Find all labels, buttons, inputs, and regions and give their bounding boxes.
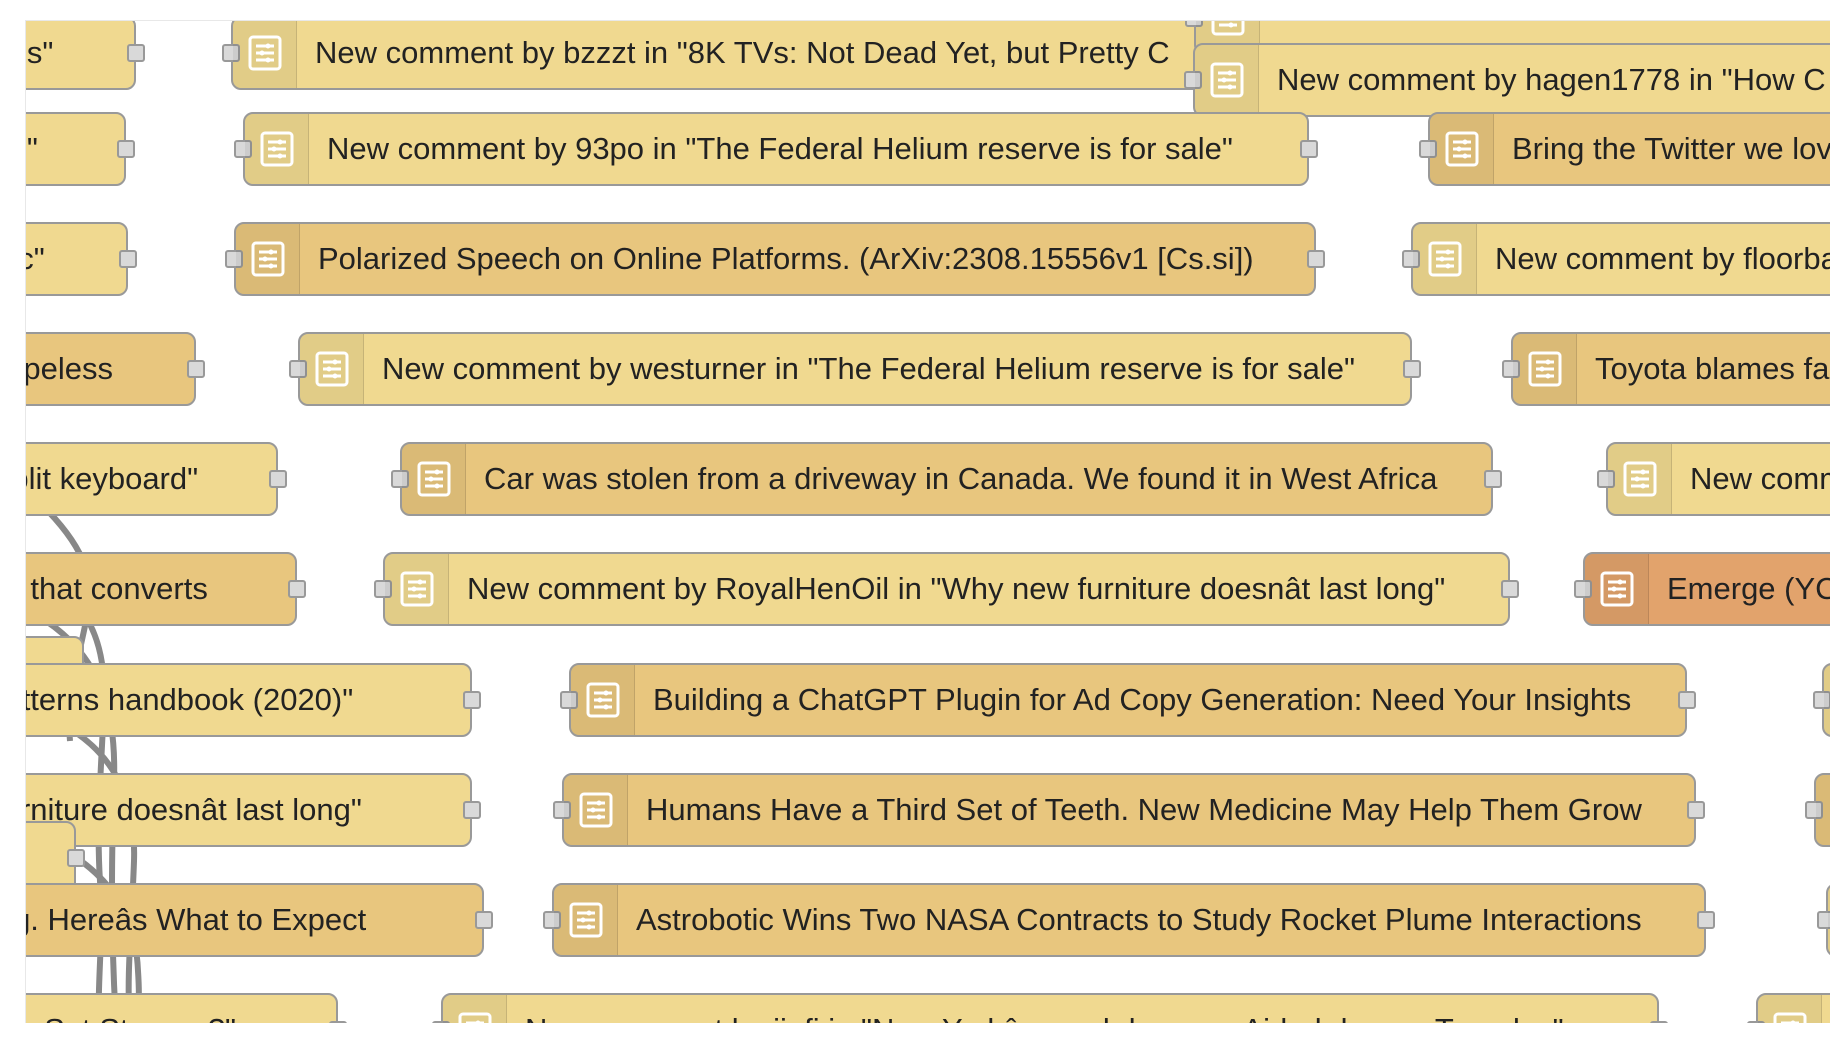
node-label: ction Set Storage?" — [26, 993, 336, 1023]
flow-node[interactable] — [1817, 883, 1830, 957]
feed-parse-icon — [1608, 444, 1672, 514]
flow-node[interactable]: Polarized Speech on Online Platforms. (A… — [225, 222, 1325, 296]
flow-node[interactable]: ction Set Storage?" — [26, 993, 347, 1023]
flow-node[interactable]: and that converts — [26, 552, 306, 626]
output-port[interactable] — [1501, 580, 1519, 598]
output-port[interactable] — [329, 1021, 347, 1023]
node-label: rting. Hereâs What to Expect — [26, 902, 367, 937]
feed-parse-icon — [385, 554, 449, 624]
output-port[interactable] — [463, 691, 481, 709]
output-port[interactable] — [1484, 470, 1502, 488]
flow-node[interactable] — [1813, 663, 1830, 737]
feed-parse-icon — [1585, 554, 1649, 624]
node-label: and that converts — [26, 571, 208, 606]
output-port[interactable] — [1307, 250, 1325, 268]
output-port[interactable] — [463, 801, 481, 819]
flow-node[interactable] — [1747, 993, 1830, 1023]
node-label: ublic" — [26, 241, 45, 276]
node-label: e split keyboard" — [26, 461, 199, 496]
output-port[interactable] — [1650, 1021, 1668, 1023]
flow-node[interactable]: e split keyboard" — [26, 442, 287, 516]
node-label: New comment by floorba — [1495, 241, 1830, 276]
feed-parse-icon — [1430, 114, 1494, 184]
flow-node[interactable] — [1805, 773, 1830, 847]
output-port[interactable] — [475, 911, 493, 929]
feed-parse-icon — [571, 665, 635, 735]
feed-parse-icon — [402, 444, 466, 514]
node-label: Emerge (YC — [1667, 571, 1830, 606]
feed-parse-icon — [236, 224, 300, 294]
node-label: ETLs" — [26, 35, 54, 70]
node-label: New comm — [1690, 461, 1830, 496]
output-port[interactable] — [1687, 801, 1705, 819]
feed-parse-icon — [233, 21, 297, 88]
output-port[interactable] — [269, 470, 287, 488]
flow-node[interactable]: New comment by bzzzt in "8K TVs: Not Dea… — [222, 21, 1231, 90]
flow-canvas[interactable]: ETLs" New comment by bzzzt in "8K TVs: N… — [25, 20, 1830, 1023]
node-label: New comment by bzzzt in "8K TVs: Not Dea… — [315, 35, 1170, 70]
node-label: New comment by RoyalHenOil in "Why new f… — [467, 571, 1446, 606]
node-label: New comment by hagen1778 in "How C — [1277, 62, 1826, 97]
flow-node[interactable]: Building a ChatGPT Plugin for Ad Copy Ge… — [560, 663, 1696, 737]
feed-parse-icon — [1828, 885, 1830, 955]
flow-node[interactable]: New comm — [1597, 442, 1830, 516]
flow-node[interactable]: Toyota blames fa — [1502, 332, 1830, 406]
feed-parse-icon — [1513, 334, 1577, 404]
node-label: New comment by jiofi in "New Yorkâs crac… — [507, 993, 1657, 1023]
output-port[interactable] — [127, 44, 145, 62]
flow-node[interactable]: rting. Hereâs What to Expect — [26, 883, 493, 957]
feed-parse-icon — [554, 885, 618, 955]
node-label: Humans Have a Third Set of Teeth. New Me… — [646, 792, 1642, 827]
flow-node[interactable]: New comment by RoyalHenOil in "Why new f… — [374, 552, 1519, 626]
flow-node[interactable]: ublic" — [26, 222, 137, 296]
flow-node[interactable]: Emerge (YC — [1574, 552, 1830, 626]
feed-parse-icon — [1758, 995, 1822, 1023]
flow-node[interactable]: Bring the Twitter we love — [1419, 112, 1830, 186]
feed-parse-icon — [300, 334, 364, 404]
node-label: New comment by 93po in "The Federal Heli… — [327, 131, 1233, 166]
flow-node[interactable]: New comment by westurner in "The Federal… — [289, 332, 1421, 406]
output-port[interactable] — [1300, 140, 1318, 158]
output-port[interactable] — [119, 250, 137, 268]
flow-node[interactable]: Astrobotic Wins Two NASA Contracts to St… — [543, 883, 1715, 957]
flow-node[interactable]: Humans Have a Third Set of Teeth. New Me… — [553, 773, 1705, 847]
node-label: Astrobotic Wins Two NASA Contracts to St… — [636, 902, 1642, 937]
node-label: Car was stolen from a driveway in Canada… — [484, 461, 1438, 496]
flow-node[interactable]: New comment by floorba — [1402, 222, 1830, 296]
output-port[interactable] — [67, 849, 85, 867]
flow-node[interactable]: New comment by 93po in "The Federal Heli… — [234, 112, 1318, 186]
feed-parse-icon — [443, 995, 507, 1023]
node-label: Toyota blames fa — [1595, 351, 1830, 386]
node-label: Building a ChatGPT Plugin for Ad Copy Ge… — [653, 682, 1632, 717]
node-label: y furniture doesnât last long" — [26, 792, 362, 827]
flow-node[interactable]: New comment by hagen1778 in "How C — [1184, 43, 1830, 117]
output-port[interactable] — [1678, 691, 1696, 709]
flow-node[interactable]: Car was stolen from a driveway in Canada… — [391, 442, 1502, 516]
feed-parse-icon — [564, 775, 628, 845]
feed-parse-icon — [1816, 775, 1830, 845]
node-label: d Pipeless — [25, 351, 114, 386]
flow-node[interactable]: sale" — [26, 112, 135, 186]
output-port[interactable] — [117, 140, 135, 158]
output-port[interactable] — [187, 360, 205, 378]
flow-node[interactable]: ETLs" — [26, 21, 145, 90]
node-label: Bring the Twitter we love — [1512, 131, 1830, 166]
feed-parse-icon — [1824, 665, 1830, 735]
feed-parse-icon — [1413, 224, 1477, 294]
node-label: New comment by westurner in "The Federal… — [382, 351, 1356, 386]
flow-node[interactable]: y furniture doesnât last long" — [26, 773, 481, 847]
output-port[interactable] — [1403, 360, 1421, 378]
node-label: i-patterns handbook (2020)" — [26, 682, 354, 717]
output-port[interactable] — [1697, 911, 1715, 929]
flow-node[interactable]: i-patterns handbook (2020)" — [26, 663, 481, 737]
node-label: Polarized Speech on Online Platforms. (A… — [318, 241, 1254, 276]
flow-node[interactable]: New comment by jiofi in "New Yorkâs crac… — [432, 993, 1668, 1023]
output-port[interactable] — [288, 580, 306, 598]
feed-parse-icon — [245, 114, 309, 184]
feed-parse-icon — [1195, 45, 1259, 115]
node-label: sale" — [26, 131, 38, 166]
flow-node[interactable]: d Pipeless — [25, 332, 205, 406]
